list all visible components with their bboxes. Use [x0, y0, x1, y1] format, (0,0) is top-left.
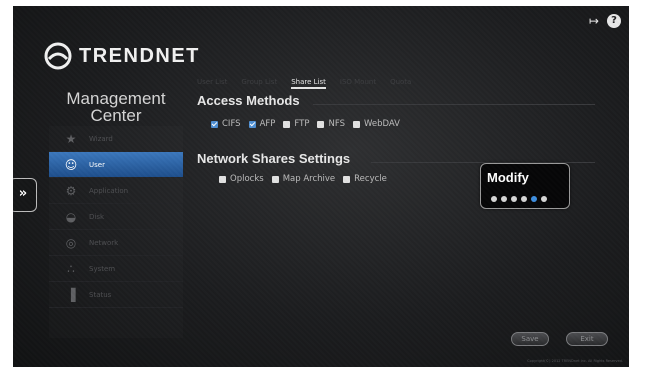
sidebar: ★ Wizard ☺ User ⚙ Application ◒ Disk ◎ N…: [49, 126, 183, 338]
copyright-text: Copyright(©) 2012 TRENDnet Inc. All Righ…: [527, 359, 623, 363]
access-methods-heading: Access Methods: [197, 93, 300, 108]
network-shares-options: Oplocks Map Archive Recycle: [219, 174, 387, 184]
recycle-checkbox[interactable]: [343, 175, 351, 183]
sidebar-item-network[interactable]: ◎ Network: [49, 230, 183, 256]
logout-icon[interactable]: ↦: [587, 14, 601, 28]
save-button[interactable]: Save: [511, 332, 549, 346]
tab-iso-mount[interactable]: ISO Mount: [340, 78, 376, 89]
tab-bar: User List Group List Share List ISO Moun…: [197, 78, 411, 89]
tab-quota[interactable]: Quota: [390, 78, 411, 89]
tab-group-list[interactable]: Group List: [241, 78, 277, 89]
option-label: AFP: [259, 119, 276, 129]
exit-button[interactable]: Exit: [566, 332, 608, 346]
option-label: CIFS: [222, 119, 241, 129]
sidebar-item-application[interactable]: ⚙ Application: [49, 178, 183, 204]
cifs-checkbox[interactable]: [211, 120, 218, 128]
progress-dots: [491, 196, 547, 202]
sidebar-item-label: Status: [89, 290, 112, 299]
user-icon: ☺: [64, 157, 78, 172]
management-title-line2: Center: [90, 106, 142, 125]
tab-user-list[interactable]: User List: [197, 78, 227, 89]
nfs-checkbox[interactable]: [317, 120, 325, 128]
progress-dot: [501, 196, 507, 202]
progress-dot-active: [531, 196, 537, 202]
option-cifs[interactable]: CIFS: [211, 119, 241, 129]
application-icon: ⚙: [65, 183, 77, 198]
access-methods-divider: [313, 104, 595, 105]
sidebar-item-label: Application: [89, 186, 129, 195]
access-methods-options: CIFS AFP FTP NFS WebDAV: [211, 119, 400, 129]
sidebar-item-label: User: [89, 160, 105, 169]
sidebar-item-label: Network: [89, 238, 119, 247]
sidebar-item-label: Disk: [89, 212, 105, 221]
option-afp[interactable]: AFP: [248, 119, 276, 129]
progress-dot: [541, 196, 547, 202]
expand-sidebar-button[interactable]: »: [13, 178, 37, 212]
status-icon: ▐: [66, 287, 76, 302]
progress-dot: [521, 196, 527, 202]
option-label: FTP: [294, 119, 310, 129]
top-icons: ↦ ?: [587, 14, 621, 28]
disk-icon: ◒: [65, 209, 77, 224]
sidebar-item-label: System: [89, 264, 116, 273]
sidebar-filler: [49, 308, 183, 338]
option-label: WebDAV: [363, 119, 400, 129]
network-shares-heading: Network Shares Settings: [197, 151, 351, 166]
tab-share-list[interactable]: Share List: [291, 78, 326, 89]
option-recycle[interactable]: Recycle: [343, 174, 387, 184]
wand-icon: ★: [65, 131, 77, 146]
sidebar-item-disk[interactable]: ◒ Disk: [49, 204, 183, 230]
progress-dot: [491, 196, 497, 202]
ftp-checkbox[interactable]: [283, 120, 291, 128]
brand-name: TRENDNET: [79, 44, 200, 67]
option-ftp[interactable]: FTP: [283, 119, 309, 129]
sidebar-item-wizard[interactable]: ★ Wizard: [49, 126, 183, 152]
sidebar-item-label: Wizard: [89, 134, 113, 143]
trendnet-logo: TRENDNET: [43, 41, 200, 71]
option-label: Recycle: [354, 174, 387, 184]
option-map-archive[interactable]: Map Archive: [271, 174, 336, 184]
nas-management-screen: ↦ ? TRENDNET Management Center ★ Wizard …: [13, 6, 629, 367]
map-archive-checkbox[interactable]: [271, 175, 279, 183]
management-title-line1: Management: [66, 89, 166, 108]
system-icon: ∴: [67, 261, 75, 276]
option-webdav[interactable]: WebDAV: [352, 119, 400, 129]
option-label: Map Archive: [282, 174, 336, 184]
webdav-checkbox[interactable]: [352, 120, 360, 128]
sidebar-item-user[interactable]: ☺ User: [49, 152, 183, 178]
sidebar-item-status[interactable]: ▐ Status: [49, 282, 183, 308]
browser-frame: ↦ ? TRENDNET Management Center ★ Wizard …: [0, 0, 647, 367]
modify-popup: Modify: [480, 163, 570, 209]
oplocks-checkbox[interactable]: [219, 175, 226, 183]
trendnet-logo-icon: [44, 42, 72, 70]
option-nfs[interactable]: NFS: [317, 119, 345, 129]
option-label: NFS: [328, 119, 345, 129]
option-oplocks[interactable]: Oplocks: [219, 174, 264, 184]
afp-checkbox[interactable]: [248, 120, 256, 128]
management-center-title: Management Center: [49, 90, 183, 124]
help-icon[interactable]: ?: [607, 14, 621, 28]
network-icon: ◎: [65, 235, 77, 250]
option-label: Oplocks: [230, 174, 264, 184]
progress-dot: [511, 196, 517, 202]
modify-title: Modify: [487, 170, 529, 185]
sidebar-item-system[interactable]: ∴ System: [49, 256, 183, 282]
